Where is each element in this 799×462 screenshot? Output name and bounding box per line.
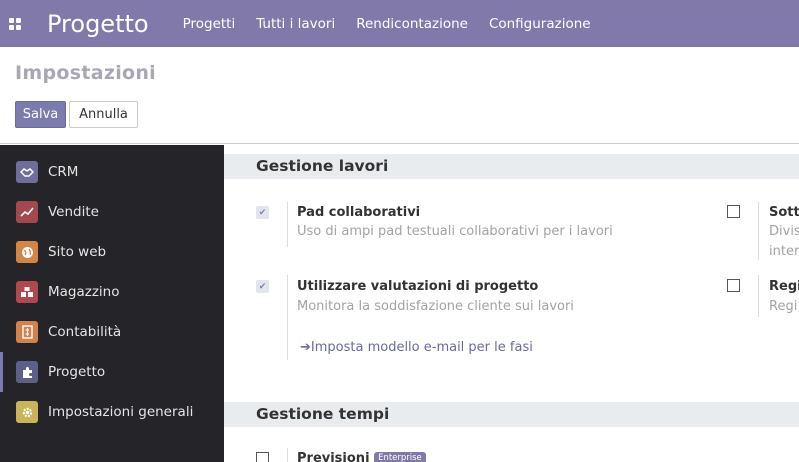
- sidebar-item-label: Vendite: [48, 204, 99, 220]
- option-divider: [287, 275, 288, 360]
- sidebar-item-vendite[interactable]: Vendite: [0, 192, 224, 232]
- option-divider: [758, 275, 759, 317]
- rating-checkbox[interactable]: ✔: [256, 280, 269, 293]
- email-template-link[interactable]: ➔Imposta modello e-mail per le fasi: [300, 340, 533, 355]
- option-divider: [287, 448, 288, 462]
- sidebar-item-label: Progetto: [48, 364, 106, 380]
- right-option-2-desc: Regi: [769, 299, 798, 314]
- forecast-option-title: Previsioni Enterprise: [297, 451, 426, 462]
- enterprise-badge: Enterprise: [374, 452, 426, 462]
- section-header-gestione-tempi: Gestione tempi: [224, 402, 799, 427]
- globe-icon: [16, 241, 38, 263]
- forecast-checkbox[interactable]: [256, 452, 269, 462]
- sidebar-item-label: Contabilità: [48, 324, 122, 340]
- boxes-icon: [16, 281, 38, 303]
- page-title: Impostazioni: [15, 62, 156, 84]
- email-template-link-label: Imposta modello e-mail per le fasi: [310, 340, 533, 355]
- right-option-1-checkbox[interactable]: [727, 205, 740, 218]
- pad-option-desc: Uso di ampi pad testuali collaborativi p…: [297, 224, 613, 239]
- sidebar-item-impostazioni-generali[interactable]: Impostazioni generali: [0, 392, 224, 432]
- puzzle-icon: [16, 361, 38, 383]
- right-option-1-title: Sott: [769, 205, 799, 220]
- section-title: Gestione tempi: [256, 405, 390, 423]
- apps-grid-icon[interactable]: [0, 0, 30, 47]
- pad-checkbox[interactable]: ✔: [256, 206, 269, 219]
- menu-progetti[interactable]: Progetti: [183, 16, 236, 32]
- settings-sidebar: CRM Vendite Sito web Magazzino Contabili…: [0, 145, 224, 462]
- right-option-1-desc-2: inter: [769, 244, 799, 259]
- handshake-icon: [16, 161, 38, 183]
- sidebar-item-crm[interactable]: CRM: [0, 152, 224, 192]
- sidebar-item-progetto[interactable]: Progetto: [0, 352, 224, 392]
- arrow-right-icon: ➔: [300, 340, 311, 355]
- sidebar-item-label: CRM: [48, 164, 79, 180]
- sidebar-item-label: Sito web: [48, 244, 107, 260]
- menu-configurazione[interactable]: Configurazione: [489, 16, 591, 32]
- top-navbar: Progetto Progetti Tutti i lavori Rendico…: [0, 0, 799, 47]
- option-divider: [758, 202, 759, 260]
- section-header-gestione-lavori: Gestione lavori: [224, 154, 799, 179]
- option-divider: [287, 202, 288, 247]
- menu-tutti-i-lavori[interactable]: Tutti i lavori: [256, 16, 335, 32]
- sidebar-item-sito-web[interactable]: Sito web: [0, 232, 224, 272]
- rating-option-title: Utilizzare valutazioni di progetto: [297, 279, 539, 294]
- section-title: Gestione lavori: [256, 157, 389, 175]
- right-option-2-title: Regi: [769, 279, 799, 294]
- chart-icon: [16, 201, 38, 223]
- right-option-1-desc: Divis: [769, 224, 799, 239]
- control-panel: Impostazioni Salva Annulla: [0, 47, 799, 144]
- sidebar-item-label: Magazzino: [48, 284, 120, 300]
- rating-option-desc: Monitora la soddisfazione cliente sui la…: [297, 299, 574, 314]
- pad-option-title: Pad collaborativi: [297, 205, 421, 220]
- sidebar-item-contabilita[interactable]: Contabilità: [0, 312, 224, 352]
- app-brand[interactable]: Progetto: [47, 10, 149, 38]
- invoice-icon: [16, 321, 38, 343]
- top-menu: Progetti Tutti i lavori Rendicontazione …: [183, 16, 612, 32]
- save-button[interactable]: Salva: [15, 101, 66, 128]
- cancel-button[interactable]: Annulla: [69, 101, 138, 128]
- menu-rendicontazione[interactable]: Rendicontazione: [356, 16, 468, 32]
- sidebar-item-magazzino[interactable]: Magazzino: [0, 272, 224, 312]
- sidebar-item-label: Impostazioni generali: [48, 404, 194, 420]
- gear-icon: [16, 401, 38, 423]
- right-option-2-checkbox[interactable]: [727, 279, 740, 292]
- settings-content: Gestione lavori ✔ Pad collaborativi Uso …: [224, 145, 799, 462]
- forecast-option-label: Previsioni: [297, 451, 370, 462]
